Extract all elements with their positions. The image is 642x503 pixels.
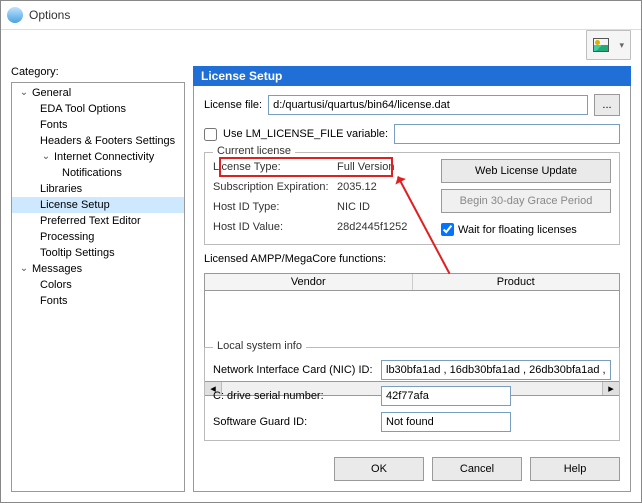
host-id-value-value: 28d2445f1252 [337,221,407,233]
license-file-input[interactable] [268,95,588,115]
tree-label: Colors [40,277,72,293]
tree-node-preferred-text-editor[interactable]: Preferred Text Editor [12,213,184,229]
tree-label: Fonts [40,293,68,309]
tree-label: Headers & Footers Settings [40,133,175,149]
help-button[interactable]: Help [530,457,620,481]
local-system-legend: Local system info [213,340,306,352]
tree-label: Preferred Text Editor [40,213,141,229]
col-product[interactable]: Product [413,274,620,290]
tree-label: EDA Tool Options [40,101,126,117]
titlebar: Options [1,1,641,30]
license-file-label: License file: [204,99,262,111]
tree-node-headers-footers[interactable]: Headers & Footers Settings [12,133,184,149]
use-env-input[interactable] [394,124,620,144]
panel-title: License Setup [193,66,631,86]
use-env-label: Use LM_LICENSE_FILE variable: [223,128,388,140]
current-license-group: Current license License Type:Full Versio… [204,152,620,245]
host-id-type-label: Host ID Type: [213,201,333,213]
toolbar: ▾ [1,30,641,60]
tree-node-tooltip[interactable]: Tooltip Settings [12,245,184,261]
tree-label: Fonts [40,117,68,133]
c-serial-label: C: drive serial number: [213,390,373,402]
view-mode-button[interactable]: ▾ [586,30,631,60]
collapse-icon[interactable]: ⌄ [18,261,30,277]
tree-node-license-setup[interactable]: License Setup [12,197,184,213]
license-type-label: License Type: [213,161,333,173]
host-id-value-label: Host ID Value: [213,221,333,233]
nic-id-label: Network Interface Card (NIC) ID: [213,364,373,376]
host-id-type-value: NIC ID [337,201,370,213]
wait-floating-label: Wait for floating licenses [458,224,577,236]
image-icon [593,38,609,52]
current-license-legend: Current license [213,145,295,157]
chevron-down-icon: ▾ [619,40,624,51]
tree-node-eda[interactable]: EDA Tool Options [12,101,184,117]
ampp-label: Licensed AMPP/MegaCore functions: [204,253,386,265]
tree-node-processing[interactable]: Processing [12,229,184,245]
tree-node-msg-colors[interactable]: Colors [12,277,184,293]
software-guard-value[interactable] [381,412,511,432]
app-icon [7,7,23,23]
tree-label: General [32,85,71,101]
c-serial-value[interactable] [381,386,511,406]
tree-node-fonts[interactable]: Fonts [12,117,184,133]
license-type-value: Full Version [337,161,394,173]
collapse-icon[interactable]: ⌄ [18,85,30,101]
collapse-icon[interactable]: ⌄ [40,149,52,165]
use-env-checkbox[interactable] [204,128,217,141]
dialog-footer: OK Cancel Help [204,457,620,481]
cancel-button[interactable]: Cancel [432,457,522,481]
tree-label: Libraries [40,181,82,197]
tree-node-internet[interactable]: ⌄Internet Connectivity [12,149,184,165]
browse-button[interactable]: ... [594,94,620,116]
dots-label: ... [602,99,611,111]
sub-exp-value: 2035.12 [337,181,377,193]
ampp-table-header: Vendor Product [204,273,620,290]
tree-node-notifications[interactable]: Notifications [12,165,184,181]
sub-exp-label: Subscription Expiration: [213,181,333,193]
tree-node-msg-fonts[interactable]: Fonts [12,293,184,309]
nic-id-value[interactable] [381,360,611,380]
wait-floating-checkbox[interactable] [441,223,454,236]
local-system-info-group: Local system info Network Interface Card… [204,347,620,441]
tree-label: License Setup [40,197,110,213]
category-label: Category: [11,66,185,78]
tree-label: Internet Connectivity [54,149,154,165]
tree-node-messages[interactable]: ⌄Messages [12,261,184,277]
col-vendor[interactable]: Vendor [205,274,413,290]
tree-node-libraries[interactable]: Libraries [12,181,184,197]
tree-label: Processing [40,229,94,245]
tree-label: Tooltip Settings [40,245,115,261]
web-license-update-button[interactable]: Web License Update [441,159,611,183]
category-tree[interactable]: ⌄General EDA Tool Options Fonts Headers … [11,82,185,492]
window-title: Options [29,8,70,22]
tree-node-general[interactable]: ⌄General [12,85,184,101]
ok-button[interactable]: OK [334,457,424,481]
software-guard-label: Software Guard ID: [213,416,373,428]
tree-label: Notifications [62,165,122,181]
tree-label: Messages [32,261,82,277]
begin-grace-button: Begin 30-day Grace Period [441,189,611,213]
